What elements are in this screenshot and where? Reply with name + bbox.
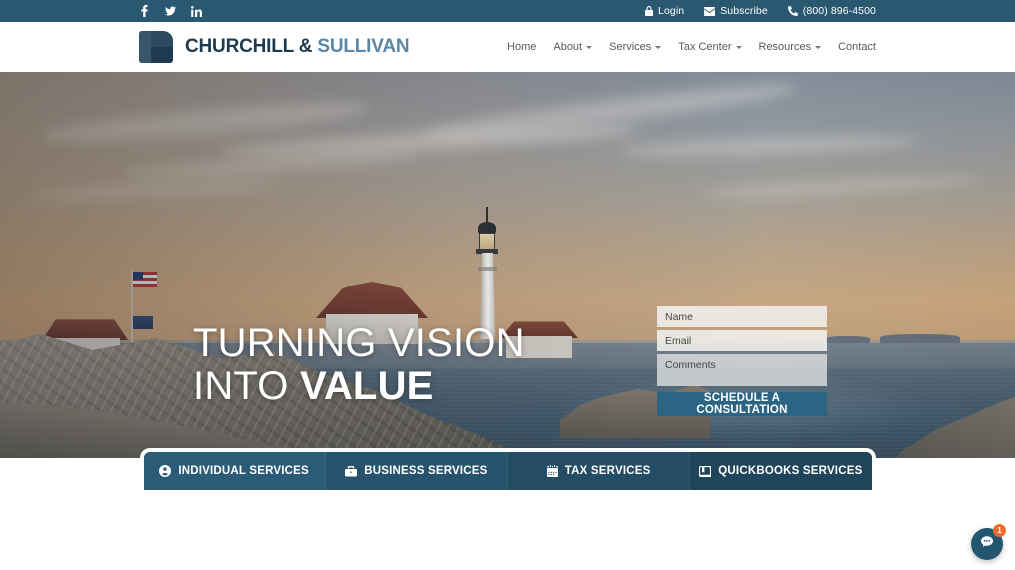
service-tab-label: INDIVIDUAL SERVICES xyxy=(178,465,309,477)
site-logo[interactable]: CHURCHILL & SULLIVAN xyxy=(139,31,410,63)
service-tab-label: QUICKBOOKS SERVICES xyxy=(718,465,863,477)
chat-widget-button[interactable]: 1 xyxy=(971,524,1006,560)
chevron-down-icon xyxy=(815,45,822,49)
twitter-icon[interactable] xyxy=(165,5,176,17)
social-links xyxy=(139,5,202,17)
logo-text: CHURCHILL & SULLIVAN xyxy=(185,36,410,58)
hero-headline-bold: VALUE xyxy=(299,364,434,409)
nav-label: Tax Center xyxy=(678,41,732,53)
nav-item-about[interactable]: About xyxy=(553,41,593,53)
email-input[interactable] xyxy=(657,330,827,351)
nav-label: Resources xyxy=(758,41,812,53)
facebook-icon[interactable] xyxy=(139,5,150,17)
subscribe-label: Subscribe xyxy=(720,5,768,17)
hero-banner: TURNING VISION INTO VALUE SCHEDULE A CON… xyxy=(0,72,1015,500)
subscribe-link[interactable]: Subscribe xyxy=(704,5,768,17)
schedule-consultation-button[interactable]: SCHEDULE A CONSULTATION xyxy=(657,392,827,416)
chevron-down-icon xyxy=(586,45,593,49)
consultation-form: SCHEDULE A CONSULTATION xyxy=(657,306,827,418)
logo-mark-icon xyxy=(139,31,173,63)
login-label: Login xyxy=(658,5,685,17)
comments-textarea[interactable] xyxy=(657,354,827,386)
service-tab-label: TAX SERVICES xyxy=(564,465,651,477)
phone-number: (800) 896-4500 xyxy=(802,5,876,17)
nav-item-services[interactable]: Services xyxy=(609,41,662,53)
nav-label: Home xyxy=(507,41,537,53)
book-icon xyxy=(699,465,712,477)
hero-headline: TURNING VISION INTO VALUE xyxy=(193,321,525,408)
nav-item-contact[interactable]: Contact xyxy=(838,41,876,53)
top-utility-bar: Login Subscribe (800) 896-4500 xyxy=(0,0,1015,22)
phone-link[interactable]: (800) 896-4500 xyxy=(787,5,876,17)
logo-primary-text: CHURCHILL & xyxy=(185,36,313,57)
service-tabs: INDIVIDUAL SERVICES BUSINESS SERVICES TA… xyxy=(139,448,876,490)
chevron-down-icon xyxy=(735,45,742,49)
hero-background-image xyxy=(0,72,1015,500)
nav-label: Services xyxy=(609,41,652,53)
name-input[interactable] xyxy=(657,306,827,327)
nav-label: About xyxy=(553,41,583,53)
chat-bubble-icon xyxy=(979,534,995,555)
nav-item-home[interactable]: Home xyxy=(507,41,536,53)
service-tab-label: BUSINESS SERVICES xyxy=(364,465,488,477)
linkedin-icon[interactable] xyxy=(191,5,202,17)
main-navigation: Home About Services Tax Center Resources… xyxy=(507,41,876,53)
hero-headline-light: INTO xyxy=(193,364,300,409)
service-tab-tax[interactable]: TAX SERVICES xyxy=(508,452,691,490)
service-tab-business[interactable]: BUSINESS SERVICES xyxy=(325,452,508,490)
site-header: CHURCHILL & SULLIVAN Home About Services… xyxy=(0,22,1015,72)
nav-label: Contact xyxy=(838,41,876,53)
top-contact-links: Login Subscribe (800) 896-4500 xyxy=(645,5,876,17)
service-tab-quickbooks[interactable]: QUICKBOOKS SERVICES xyxy=(690,452,872,490)
hero-headline-line1: TURNING VISION xyxy=(193,321,525,365)
chat-unread-badge: 1 xyxy=(993,524,1006,537)
logo-secondary-text: SULLIVAN xyxy=(317,36,410,57)
hero-headline-line2: INTO VALUE xyxy=(193,365,525,408)
hero-overlay xyxy=(0,72,1015,500)
nav-item-resources[interactable]: Resources xyxy=(759,41,822,53)
service-tab-individual[interactable]: INDIVIDUAL SERVICES xyxy=(143,452,326,490)
briefcase-icon xyxy=(345,465,358,477)
calendar-icon xyxy=(546,465,558,477)
nav-item-tax-center[interactable]: Tax Center xyxy=(678,41,742,53)
chevron-down-icon xyxy=(655,45,662,49)
person-circle-icon xyxy=(159,465,172,477)
login-link[interactable]: Login xyxy=(645,5,684,17)
